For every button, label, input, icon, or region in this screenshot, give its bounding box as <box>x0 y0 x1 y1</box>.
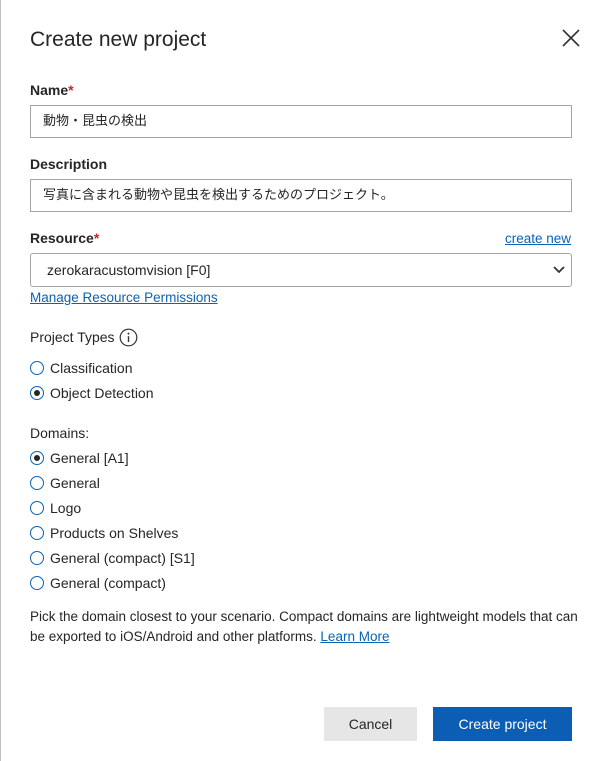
domain-general[interactable]: General <box>30 473 100 493</box>
required-mark: * <box>68 82 74 98</box>
project-type-object-detection[interactable]: Object Detection <box>30 383 154 403</box>
project-type-classification[interactable]: Classification <box>30 358 132 378</box>
info-icon[interactable] <box>119 328 138 347</box>
create-new-resource-link[interactable]: create new <box>505 231 571 246</box>
radio-general-compact-s1[interactable] <box>30 551 44 565</box>
domain-products-on-shelves[interactable]: Products on Shelves <box>30 523 178 543</box>
create-project-button[interactable]: Create project <box>433 707 572 741</box>
radio-logo[interactable] <box>30 501 44 515</box>
create-project-dialog: Create new project Name* 動物・昆虫の検出 Descri… <box>0 0 599 761</box>
cancel-button[interactable]: Cancel <box>324 707 417 741</box>
chevron-down-icon <box>553 266 565 274</box>
radio-general-compact[interactable] <box>30 576 44 590</box>
radio-products-on-shelves[interactable] <box>30 526 44 540</box>
resource-select[interactable]: zerokaracustomvision [F0] <box>30 253 572 287</box>
domain-logo[interactable]: Logo <box>30 498 81 518</box>
project-types-label: Project Types <box>30 329 115 345</box>
close-icon[interactable] <box>557 24 585 52</box>
radio-general-a1[interactable] <box>30 451 44 465</box>
required-mark: * <box>93 230 100 246</box>
description-input[interactable]: 写真に含まれる動物や昆虫を検出するためのプロジェクト。 <box>30 179 572 212</box>
radio-classification[interactable] <box>30 361 44 375</box>
domain-help-text: Pick the domain closest to your scenario… <box>30 609 578 644</box>
learn-more-link[interactable]: Learn More <box>320 629 389 644</box>
domains-label: Domains: <box>30 425 90 441</box>
name-input[interactable]: 動物・昆虫の検出 <box>30 105 572 138</box>
domain-general-a1[interactable]: General [A1] <box>30 448 129 468</box>
manage-resource-permissions-link[interactable]: Manage Resource Permissions <box>30 290 218 305</box>
resource-label: Resource* <box>30 230 100 246</box>
domain-general-compact-s1[interactable]: General (compact) [S1] <box>30 548 195 568</box>
radio-general[interactable] <box>30 476 44 490</box>
resource-selected-value: zerokaracustomvision [F0] <box>47 262 211 278</box>
radio-object-detection[interactable] <box>30 386 44 400</box>
domain-general-compact[interactable]: General (compact) <box>30 573 166 593</box>
name-label: Name* <box>30 82 74 98</box>
dialog-title: Create new project <box>30 28 207 51</box>
description-label: Description <box>30 156 108 172</box>
